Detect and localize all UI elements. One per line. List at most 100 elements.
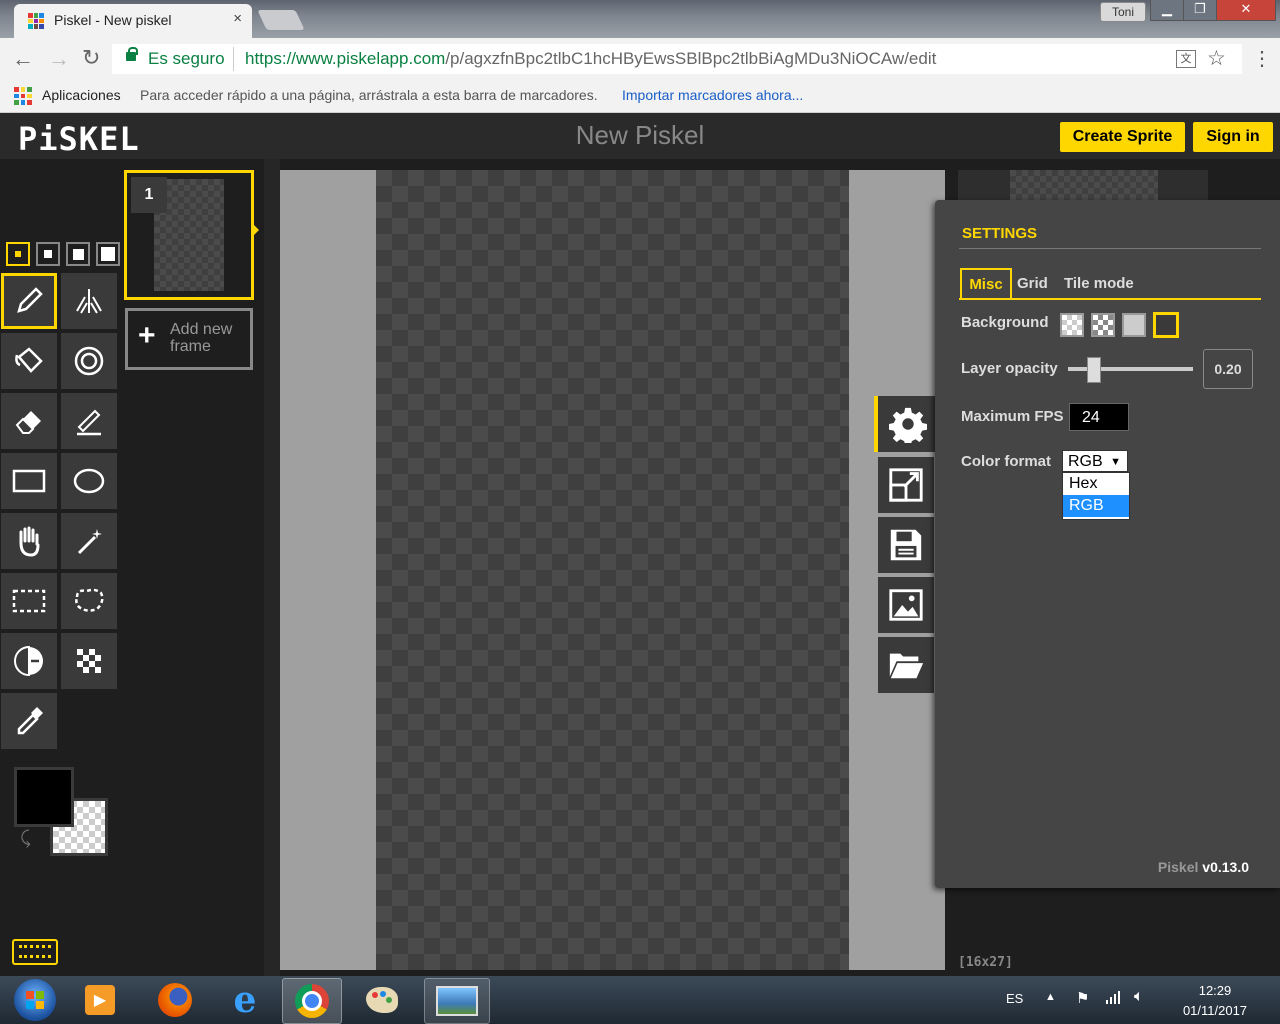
import-drawer-button[interactable] — [878, 637, 934, 693]
drawing-canvas[interactable] — [376, 170, 849, 970]
bookmark-star-icon[interactable]: ☆ — [1207, 46, 1226, 71]
shape-selection-tool[interactable] — [61, 513, 117, 569]
tab-close-icon[interactable]: × — [233, 10, 242, 27]
color-format-dropdown: Hex RGB — [1062, 472, 1130, 520]
paint-same-color-tool[interactable] — [61, 333, 117, 389]
media-player-taskbar-icon[interactable]: ▶ — [70, 978, 130, 1022]
tab-misc[interactable]: Misc — [960, 268, 1012, 300]
resize-drawer-button[interactable] — [878, 457, 934, 513]
magic-wand-icon — [77, 529, 102, 555]
stroke-tool[interactable] — [61, 393, 117, 449]
checker-icon — [77, 649, 101, 673]
create-sprite-button[interactable]: Create Sprite — [1060, 122, 1185, 152]
lighten-tool[interactable] — [1, 633, 57, 689]
floppy-disk-icon — [890, 529, 922, 561]
apps-grid-icon[interactable] — [14, 87, 32, 105]
settings-panel: SETTINGS Misc Grid Tile mode Background … — [935, 200, 1280, 888]
browser-tab[interactable]: Piskel - New piskel × — [14, 4, 252, 38]
pen-tool[interactable] — [1, 273, 57, 329]
color-picker-tool[interactable] — [1, 693, 57, 749]
pen-size-2[interactable] — [36, 242, 60, 266]
color-format-selected: RGB — [1068, 453, 1103, 470]
vertical-mirror-pen-tool[interactable] — [61, 273, 117, 329]
rectangle-tool[interactable] — [1, 453, 57, 509]
photo-viewer-taskbar-icon[interactable] — [424, 978, 490, 1024]
layer-opacity-slider-thumb[interactable] — [1087, 357, 1101, 383]
keyboard-shortcuts-icon[interactable] — [12, 939, 58, 965]
pen-size-4[interactable] — [96, 242, 120, 266]
paint-bucket-icon — [15, 347, 43, 373]
paint-bucket-tool[interactable] — [1, 333, 57, 389]
frame-number: 1 — [131, 177, 167, 213]
target-bucket-icon — [74, 346, 104, 376]
firefox-taskbar-icon[interactable] — [145, 978, 205, 1022]
pen-size-1[interactable] — [6, 242, 30, 266]
swap-colors-icon[interactable]: ⤹ — [20, 828, 31, 849]
paint-taskbar-icon[interactable] — [352, 978, 412, 1022]
forward-icon[interactable]: → — [48, 46, 70, 72]
version-label: Piskel v0.13.0 — [1157, 859, 1249, 875]
primary-color-swatch[interactable] — [14, 767, 74, 827]
resize-icon — [889, 468, 923, 502]
chrome-taskbar-icon[interactable] — [282, 978, 342, 1024]
max-fps-input[interactable]: 24 — [1069, 403, 1129, 431]
rectangle-icon — [12, 469, 46, 493]
network-icon[interactable] — [1106, 990, 1122, 1004]
layer-opacity-label: Layer opacity — [961, 360, 1058, 377]
circle-tool[interactable] — [61, 453, 117, 509]
add-new-frame-button[interactable]: + Add new frame — [125, 308, 253, 370]
layer-opacity-value[interactable]: 0.20 — [1203, 349, 1253, 389]
background-label: Background — [961, 314, 1049, 331]
save-drawer-button[interactable] — [878, 517, 934, 573]
pen-size-3[interactable] — [66, 242, 90, 266]
background-light-gray[interactable] — [1122, 313, 1146, 337]
dashed-rectangle-icon — [12, 589, 46, 613]
url-text: https://www.piskelapp.com/p/agxzfnBpc2tl… — [245, 49, 936, 69]
tab-tile-mode[interactable]: Tile mode — [1064, 275, 1134, 292]
profile-button[interactable]: Toni — [1100, 2, 1146, 22]
language-indicator[interactable]: ES — [1006, 991, 1023, 1006]
background-dark[interactable] — [1153, 312, 1179, 338]
color-format-select[interactable]: RGB ▼ — [1062, 450, 1128, 472]
gear-icon — [889, 407, 927, 443]
show-hidden-icons[interactable]: ▲ — [1045, 991, 1056, 1003]
move-tool[interactable] — [1, 513, 57, 569]
minimize-button[interactable]: ▁ — [1150, 0, 1184, 21]
stroke-pen-icon — [77, 409, 101, 436]
background-checker-medium[interactable] — [1091, 313, 1115, 337]
menu-dots-icon[interactable]: ⋮ — [1252, 46, 1272, 71]
translate-icon[interactable]: 文 — [1176, 50, 1196, 68]
settings-heading: SETTINGS — [962, 225, 1038, 242]
chevron-down-icon: ▼ — [1110, 456, 1121, 468]
apps-link[interactable]: Aplicaciones — [42, 87, 121, 103]
import-bookmarks-link[interactable]: Importar marcadores ahora... — [622, 87, 803, 103]
windows-start-button[interactable] — [14, 979, 56, 1021]
rectangle-selection-tool[interactable] — [1, 573, 57, 629]
export-drawer-button[interactable] — [878, 577, 934, 633]
secure-label: Es seguro — [148, 49, 225, 68]
color-format-option-rgb[interactable]: RGB — [1063, 495, 1129, 517]
action-center-flag-icon[interactable]: ⚑ — [1076, 989, 1089, 1007]
frame-thumbnail[interactable]: 1 — [124, 170, 254, 300]
image-icon — [889, 589, 923, 621]
internet-explorer-taskbar-icon[interactable]: e — [215, 978, 275, 1022]
reload-icon[interactable]: ↻ — [82, 45, 100, 71]
volume-icon[interactable]: 🔈︎ — [1134, 988, 1144, 1006]
sign-in-button[interactable]: Sign in — [1193, 122, 1273, 152]
maximize-button[interactable]: ❐ — [1183, 0, 1217, 21]
tab-grid[interactable]: Grid — [1017, 275, 1048, 292]
dithering-tool[interactable] — [61, 633, 117, 689]
lasso-selection-tool[interactable] — [61, 573, 117, 629]
clock-date[interactable]: 01/11/2017 — [1172, 1003, 1258, 1018]
mirror-pen-icon — [76, 289, 102, 314]
background-checker-light[interactable] — [1060, 313, 1084, 337]
back-icon[interactable]: ← — [12, 46, 34, 72]
clock-time[interactable]: 12:29 — [1172, 983, 1258, 998]
folder-open-icon — [889, 653, 924, 679]
close-window-button[interactable]: ✕ — [1216, 0, 1276, 21]
piskel-favicon-icon — [28, 13, 44, 29]
tab-title: Piskel - New piskel — [54, 12, 172, 28]
settings-drawer-button[interactable] — [874, 396, 938, 452]
color-format-option-hex[interactable]: Hex — [1063, 473, 1129, 495]
eraser-tool[interactable] — [1, 393, 57, 449]
